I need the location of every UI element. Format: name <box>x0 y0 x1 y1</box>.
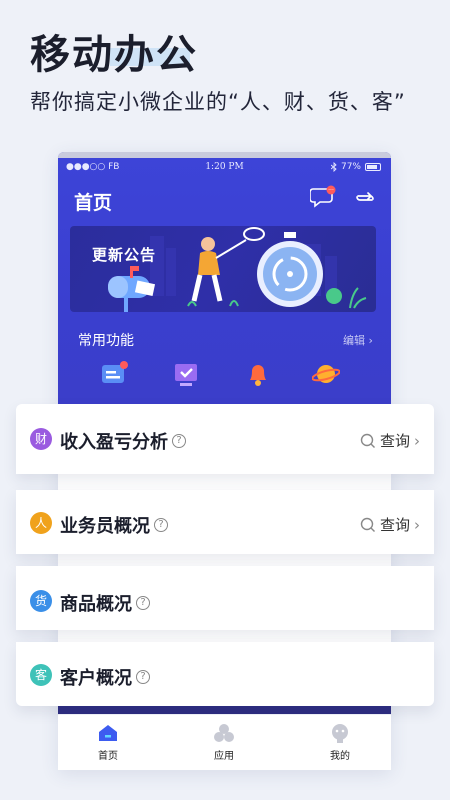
edit-link[interactable]: 编辑 › <box>343 332 373 348</box>
plant-icon <box>326 287 367 309</box>
tab-profile[interactable]: 我的 <box>310 723 370 762</box>
hero-title: 移动办公 <box>30 32 198 78</box>
bluetooth-icon <box>330 162 337 172</box>
badge-person: 人 <box>30 512 52 534</box>
question-circle-icon[interactable]: ? <box>136 670 150 684</box>
bottom-tab-bar: 首页 应用 我的 <box>58 714 391 770</box>
card-customer-overview[interactable]: 客 客户概况? <box>16 642 434 706</box>
card-salesman-overview[interactable]: 人 业务员概况? 查询 › <box>16 490 434 554</box>
card-label: 收入盈亏分析? <box>60 428 186 454</box>
query-button[interactable]: 查询 › <box>360 514 420 535</box>
chevron-right-icon: › <box>414 515 420 534</box>
card-goods-overview[interactable]: 货 商品概况? <box>16 566 434 630</box>
refresh-icon[interactable] <box>354 188 376 208</box>
question-circle-icon[interactable]: ? <box>136 596 150 610</box>
stopwatch-icon <box>257 232 323 307</box>
card-label: 业务员概况? <box>60 512 168 538</box>
tab-apps[interactable]: 应用 <box>194 723 254 762</box>
chevron-right-icon: › <box>414 431 420 450</box>
question-circle-icon[interactable]: ? <box>172 434 186 448</box>
profile-icon <box>332 724 348 743</box>
search-icon <box>360 517 375 532</box>
home-icon <box>99 725 117 741</box>
badge-goods: 货 <box>30 590 52 612</box>
apps-icon <box>214 724 234 742</box>
tab-home[interactable]: 首页 <box>78 723 138 762</box>
page-title: 首页 <box>74 192 113 214</box>
card-label: 客户概况? <box>60 664 150 690</box>
status-bar: ●●●○○ FB 1:20 PM 77% <box>58 160 391 176</box>
chat-list-icon[interactable] <box>100 360 128 388</box>
tabbar-divider <box>58 706 391 714</box>
planet-icon[interactable] <box>312 360 340 388</box>
bell-icon[interactable] <box>244 360 272 388</box>
message-bubble-icon[interactable]: ··· <box>310 185 336 209</box>
question-circle-icon[interactable]: ? <box>154 518 168 532</box>
common-functions-row <box>58 360 391 394</box>
svg-text:···: ··· <box>328 187 334 194</box>
query-button[interactable]: 查询 › <box>360 430 420 451</box>
card-label: 商品概况? <box>60 590 150 616</box>
announcement-banner[interactable]: 更新公告 <box>70 226 376 312</box>
battery-icon <box>365 163 381 171</box>
common-functions-title: 常用功能 <box>78 333 134 349</box>
hero-subtitle: 帮你搞定小微企业的“人、财、货、客” <box>30 90 406 114</box>
card-income-analysis[interactable]: 财 收入盈亏分析? 查询 › <box>16 404 434 474</box>
mailbox-icon <box>108 266 156 312</box>
app-header-area: ●●●○○ FB 1:20 PM 77% 首页 ··· 更新公告 常用功能 编辑… <box>58 152 391 404</box>
task-check-icon[interactable] <box>172 360 200 388</box>
battery-percent: 77% <box>340 162 361 172</box>
status-right: 77% <box>330 162 381 172</box>
badge-customer: 客 <box>30 664 52 686</box>
search-icon <box>360 433 375 448</box>
badge-finance: 财 <box>30 428 52 450</box>
